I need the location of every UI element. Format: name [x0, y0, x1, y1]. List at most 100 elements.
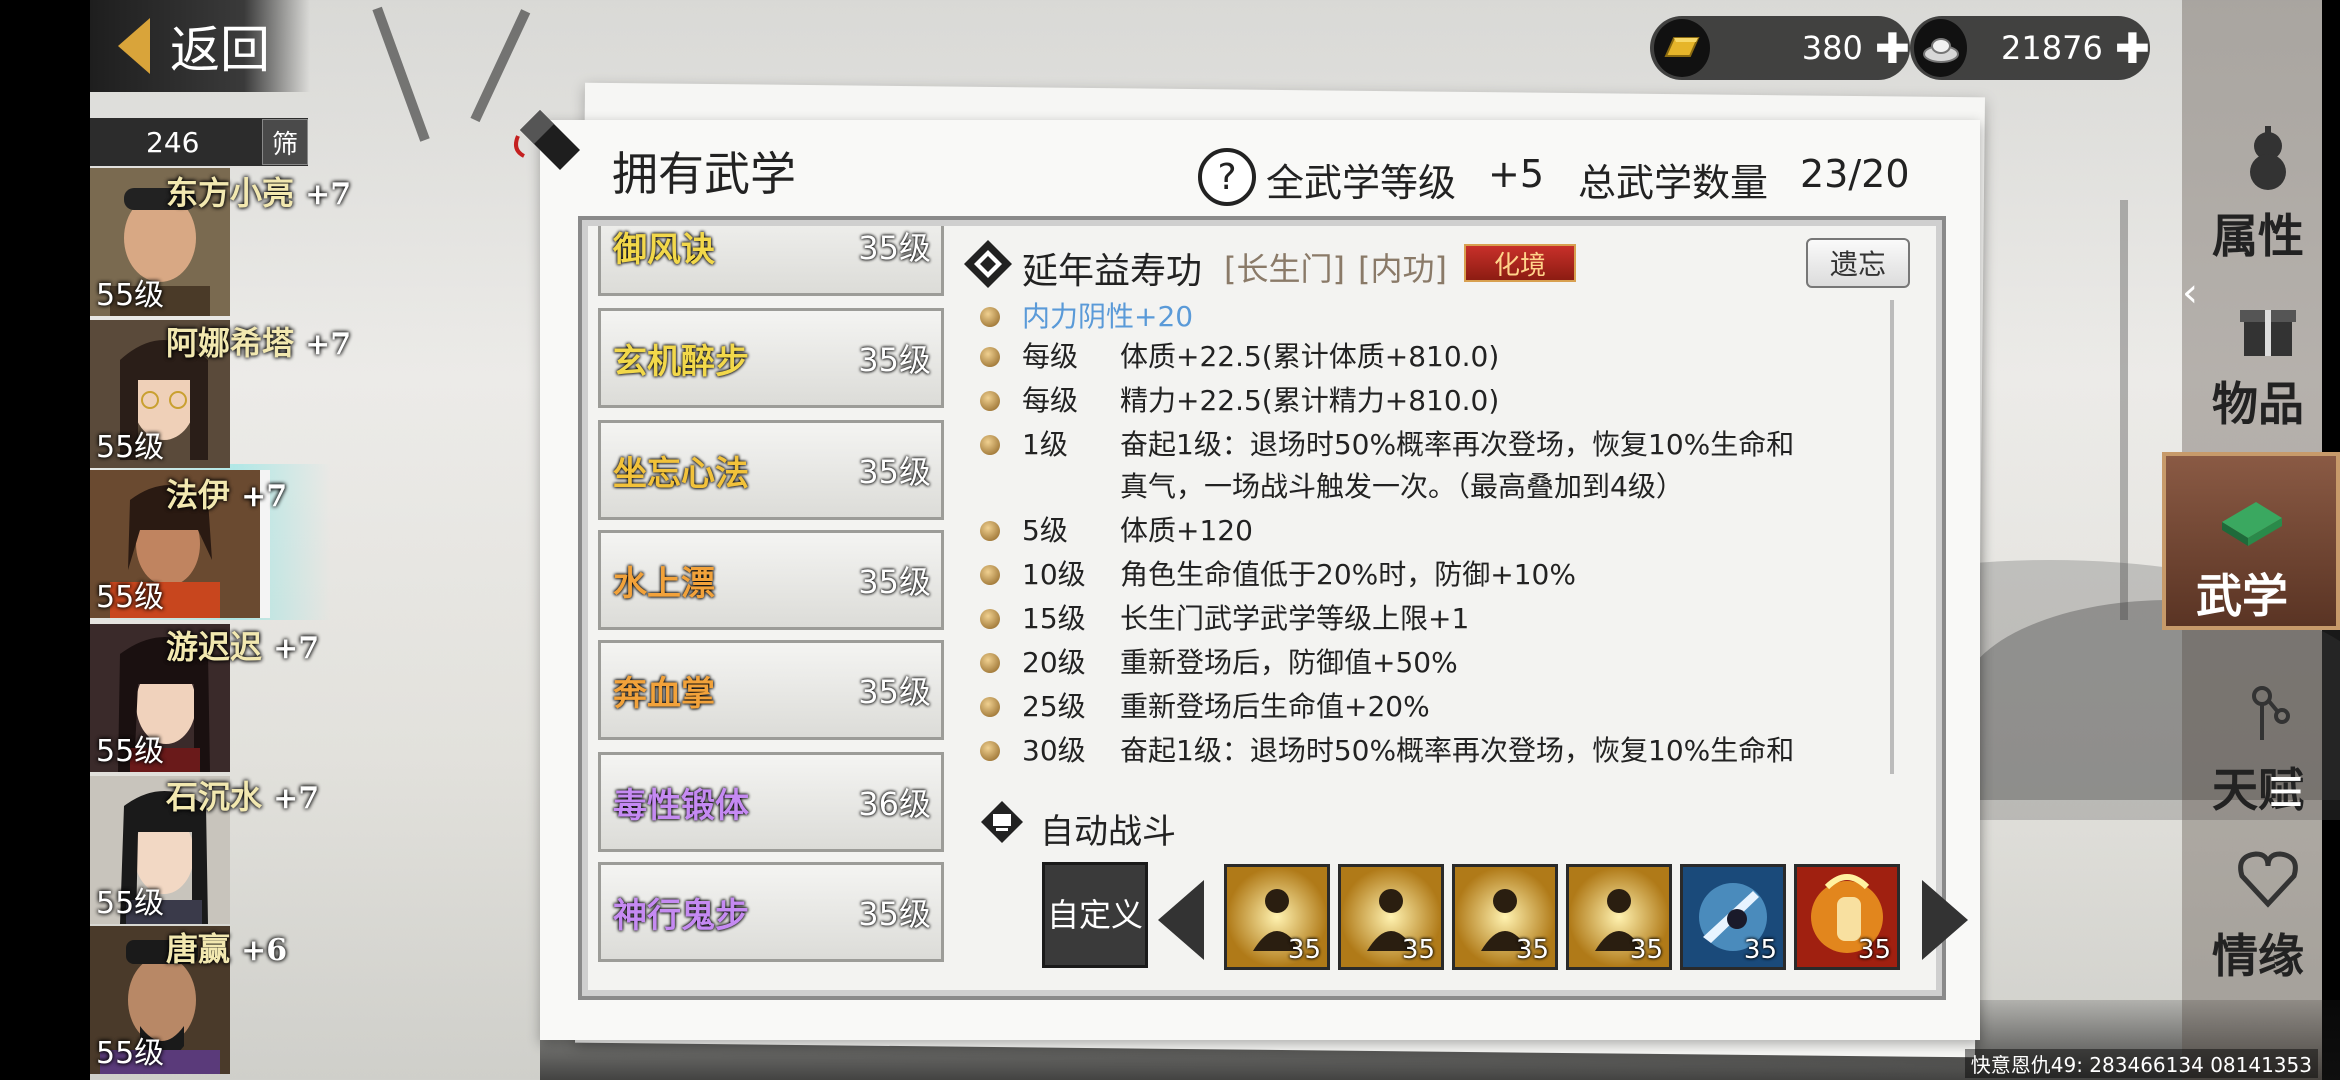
- auto-skill-slot[interactable]: 35: [1224, 864, 1330, 970]
- back-button[interactable]: 返回: [90, 0, 310, 92]
- effect-level: 每级: [1022, 340, 1079, 373]
- character-enhance: +7: [305, 327, 352, 362]
- menu-martial-arts[interactable]: 武学: [2162, 452, 2340, 630]
- skill-name: 神行鬼步: [613, 895, 749, 936]
- collapse-arrow-icon[interactable]: ‹: [2182, 270, 2198, 316]
- panel-title: 拥有武学: [612, 147, 796, 201]
- menu-relationship[interactable]: 情缘: [2182, 816, 2340, 1002]
- total-count-label: 总武学数量: [1578, 161, 1769, 205]
- effects-scrollbar[interactable]: [1890, 300, 1894, 774]
- talent-icon: [2252, 686, 2290, 740]
- character-name-row: 阿娜希塔 +7: [166, 318, 351, 364]
- back-label: 返回: [170, 21, 270, 79]
- bullet-icon: [980, 565, 1000, 585]
- character-level: 55级: [96, 886, 165, 921]
- silver-value: 21876: [2001, 29, 2103, 67]
- character-name: 石沉水: [166, 778, 263, 816]
- auto-skill-slot[interactable]: 35: [1566, 864, 1672, 970]
- help-icon[interactable]: ?: [1198, 148, 1256, 206]
- skill-name: 奔血掌: [613, 673, 715, 714]
- dart-icon: [514, 110, 580, 170]
- character-name-row: 东方小亮 +7: [166, 168, 351, 214]
- skill-item[interactable]: 奔血掌 35级: [598, 640, 944, 740]
- character-level: 55级: [96, 734, 165, 769]
- menu-talent[interactable]: 天赋: [2182, 650, 2340, 836]
- gourd-icon: [2250, 126, 2286, 190]
- character-level: 55级: [96, 278, 165, 313]
- effect-text: 奋起1级：退场时50%概率再次登场，恢复10%生命和 真气，一场战斗触发一次。（…: [1120, 734, 1795, 767]
- skill-item[interactable]: 毒性锻体 36级: [598, 752, 944, 852]
- all-level-value: +5: [1488, 152, 1545, 196]
- character-enhance: +7: [241, 479, 288, 514]
- character-enhance: +7: [305, 177, 352, 212]
- bamboo-decoration: [2120, 200, 2128, 620]
- auto-skill-slot[interactable]: 35: [1794, 864, 1900, 970]
- slot-level: 35: [1401, 935, 1435, 965]
- skill-item[interactable]: 御风诀 35级: [598, 226, 944, 296]
- skill-effects-list[interactable]: 内力阴性+20 每级 体质+22.5(累计体质+810.0) 每级 精力+22.5(…: [970, 296, 1900, 774]
- effect-text: 重新登场后生命值+20%: [1120, 690, 1430, 723]
- character-level: 55级: [96, 430, 165, 465]
- gold-currency[interactable]: 380 ✚: [1650, 16, 1910, 80]
- bullet-icon: [980, 347, 1000, 367]
- effect-text: 重新登场后，防御值+50%: [1120, 646, 1458, 679]
- add-gold-icon[interactable]: ✚: [1875, 24, 1910, 73]
- character-level: 55级: [96, 1036, 165, 1071]
- next-arrow-icon[interactable]: [1922, 880, 1968, 960]
- skill-level: 35级: [858, 341, 931, 379]
- menu-label: 物品: [2212, 377, 2304, 431]
- menu-attributes[interactable]: 属性: [2182, 96, 2340, 282]
- character-name: 唐赢: [166, 930, 231, 968]
- skill-type-tag: [内功]: [1358, 250, 1447, 288]
- diamond-icon: [964, 240, 1012, 288]
- filter-button[interactable]: 筛: [262, 119, 308, 165]
- character-enhance: +7: [273, 781, 320, 816]
- gold-ingot-icon: [1654, 19, 1711, 77]
- effect-level: 15级: [1022, 602, 1086, 635]
- character-enhance: +6: [241, 933, 288, 968]
- skill-detail-title: 延年益寿功: [1022, 251, 1203, 292]
- skill-item[interactable]: 水上漂 35级: [598, 530, 944, 630]
- skill-item[interactable]: 玄机醉步 35级: [598, 308, 944, 408]
- book-icon: [2222, 502, 2282, 546]
- auto-skill-slot[interactable]: 35: [1680, 864, 1786, 970]
- effect-text: 体质+22.5(累计体质+810.0): [1120, 340, 1500, 373]
- effect-text: 体质+120: [1120, 514, 1253, 547]
- effect-level: 20级: [1022, 646, 1086, 679]
- effect-text: 角色生命值低于20%时，防御+10%: [1120, 558, 1576, 591]
- slot-level: 35: [1629, 935, 1663, 965]
- character-level: 55级: [96, 580, 165, 615]
- bullet-icon: [980, 521, 1000, 541]
- gift-box-icon: [2240, 310, 2296, 356]
- character-name: 法伊: [166, 476, 231, 514]
- auto-skill-slot[interactable]: 35: [1452, 864, 1558, 970]
- skill-item[interactable]: 神行鬼步 35级: [598, 862, 944, 962]
- skill-name: 玄机醉步: [613, 341, 749, 382]
- effect-text: 长生门武学武学等级上限+1: [1120, 602, 1470, 635]
- skill-level: 36级: [858, 785, 931, 823]
- skill-item[interactable]: 坐忘心法 35级: [598, 420, 944, 520]
- heart-knot-icon: [2238, 851, 2298, 908]
- skill-level: 35级: [858, 229, 931, 267]
- effect-level: 25级: [1022, 690, 1086, 723]
- add-silver-icon[interactable]: ✚: [2115, 24, 2150, 73]
- effect-level: 5级: [1022, 514, 1068, 547]
- character-name-row: 石沉水 +7: [166, 772, 319, 818]
- bullet-icon: [980, 697, 1000, 717]
- forget-button[interactable]: 遗忘: [1806, 238, 1910, 288]
- bullet-icon: [980, 435, 1000, 455]
- hamburger-icon[interactable]: ☰: [2268, 770, 2304, 816]
- monitor-icon: [981, 801, 1023, 843]
- slot-level: 35: [1857, 935, 1891, 965]
- auto-skill-slot[interactable]: 35: [1338, 864, 1444, 970]
- effect-level: 10级: [1022, 558, 1086, 591]
- bullet-icon: [980, 307, 1000, 327]
- silver-currency[interactable]: 21876 ✚: [1910, 16, 2150, 80]
- prev-arrow-icon[interactable]: [1158, 880, 1204, 960]
- menu-items[interactable]: 物品: [2182, 264, 2340, 450]
- server-info: 快意恩仇49: 283466134 08141353: [1964, 1049, 2318, 1078]
- bullet-icon: [980, 391, 1000, 411]
- custom-button[interactable]: 自定义: [1042, 862, 1148, 968]
- skill-school-tag: [长生门]: [1224, 250, 1345, 288]
- skill-level: 35级: [858, 895, 931, 933]
